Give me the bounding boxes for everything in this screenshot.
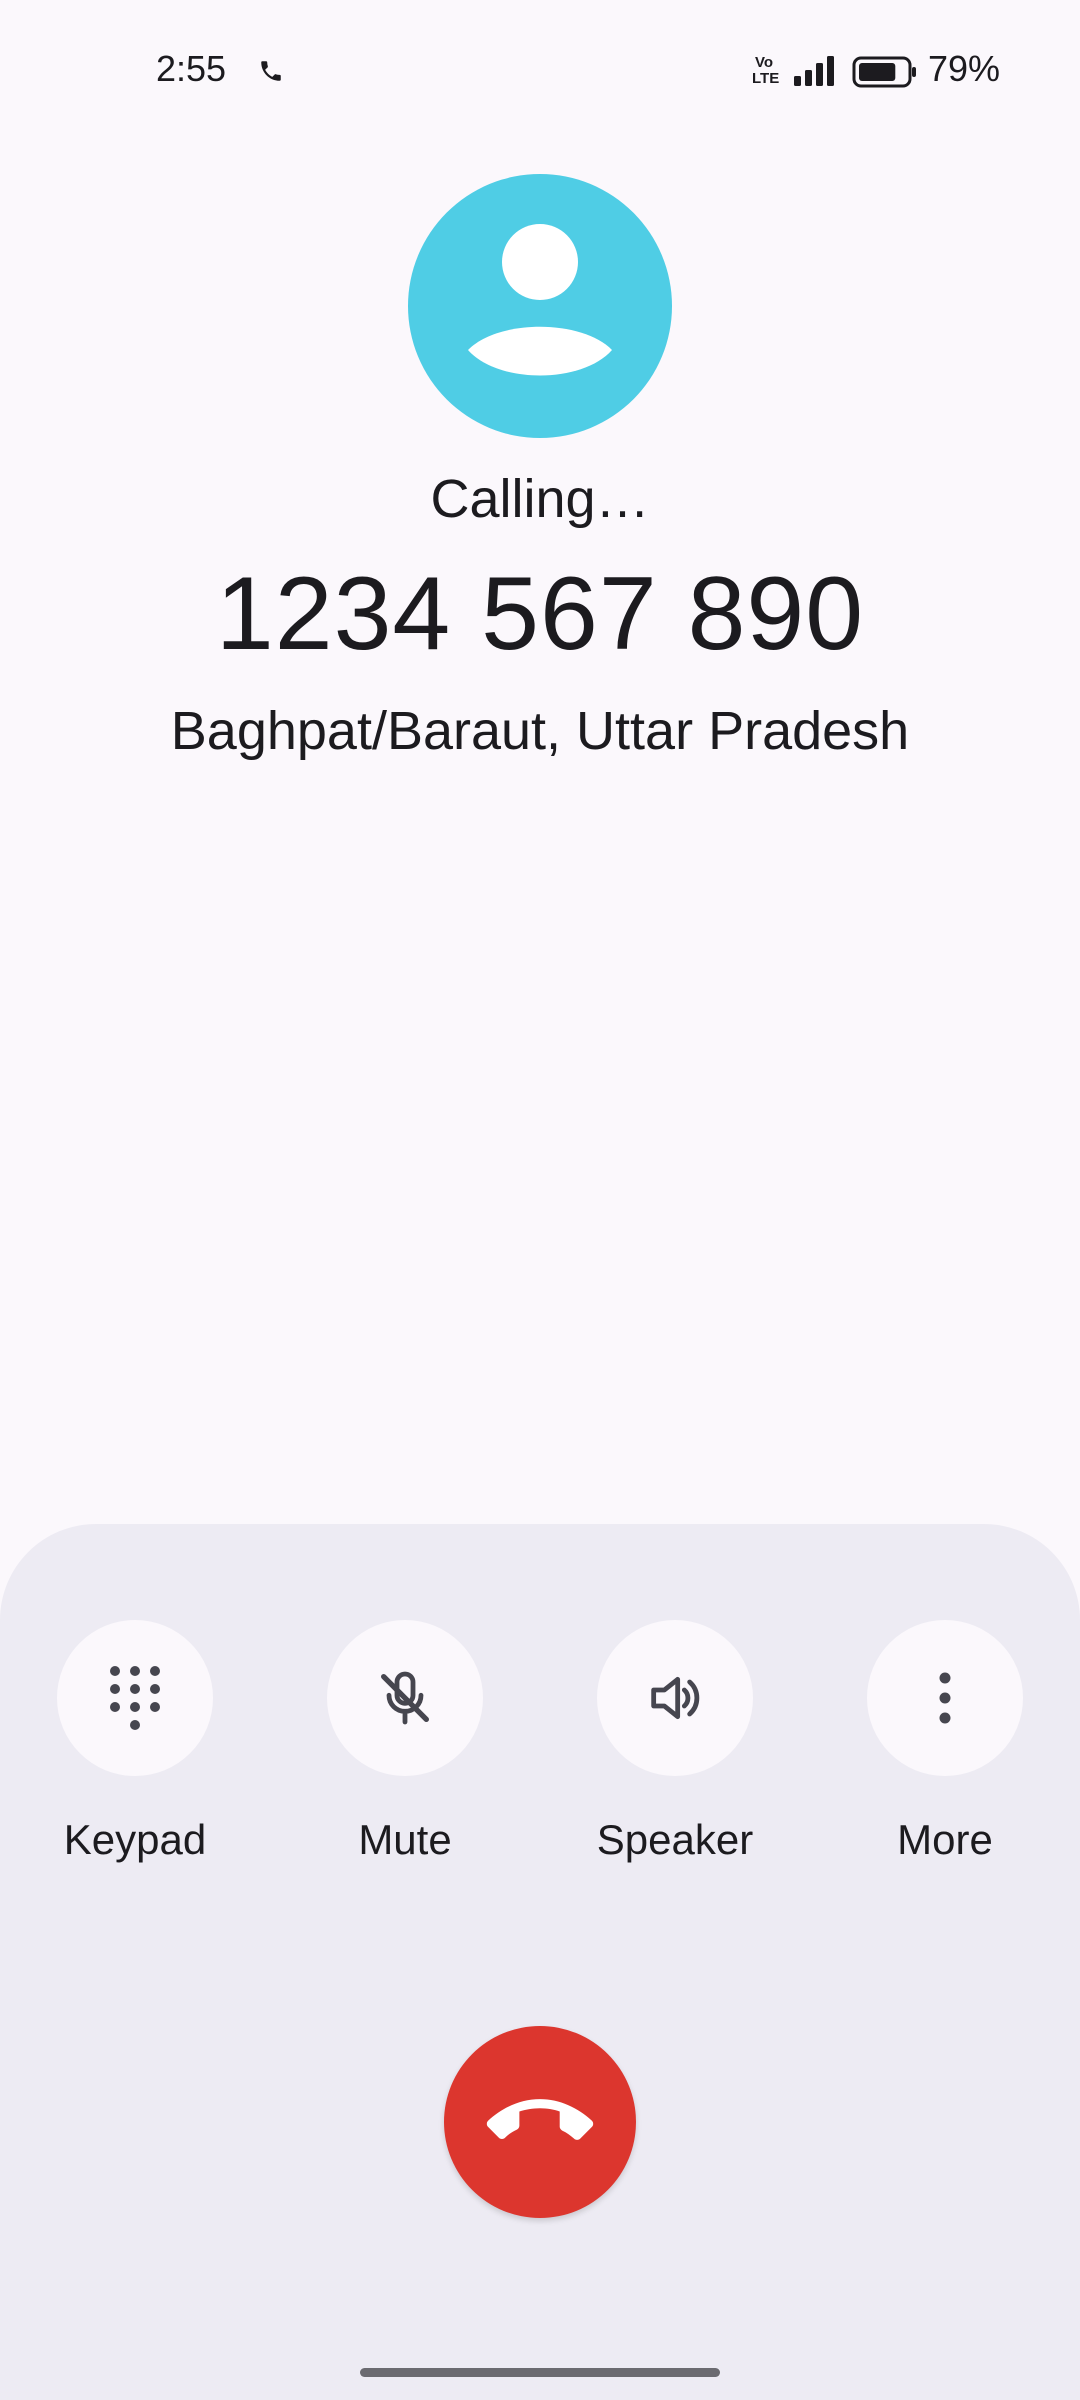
battery-icon: [852, 56, 916, 88]
speaker-label: Speaker: [596, 1816, 754, 1863]
signal-icon: [794, 56, 834, 86]
dialpad-icon: [110, 1666, 160, 1730]
more-button[interactable]: [867, 1620, 1023, 1776]
caller-location: Baghpat/Baraut, Uttar Pradesh: [170, 701, 910, 761]
caller-avatar: [408, 174, 672, 438]
mic-off-icon: [381, 1671, 429, 1725]
home-indicator[interactable]: [360, 2368, 720, 2377]
mute-button[interactable]: [327, 1620, 483, 1776]
call-status: Calling…: [430, 469, 650, 529]
phone-call-icon: [261, 61, 281, 81]
call-end-icon: [486, 2099, 594, 2140]
status-bar: 2:55 Vo LTE 79%: [0, 0, 1080, 145]
mute-label: Mute: [358, 1816, 452, 1863]
keypad-label: Keypad: [63, 1816, 207, 1863]
status-time: 2:55: [156, 48, 227, 89]
more-vert-icon: [939, 1672, 951, 1724]
end-call-button[interactable]: [444, 2026, 636, 2218]
battery-percent: 79%: [928, 48, 1001, 89]
keypad-button[interactable]: [57, 1620, 213, 1776]
person-icon: [468, 224, 612, 376]
volte-badge: Vo LTE: [752, 54, 780, 87]
more-label: More: [897, 1816, 993, 1863]
speaker-icon: [651, 1676, 700, 1720]
speaker-button[interactable]: [597, 1620, 753, 1776]
caller-number: 1234 567 890: [215, 556, 865, 672]
